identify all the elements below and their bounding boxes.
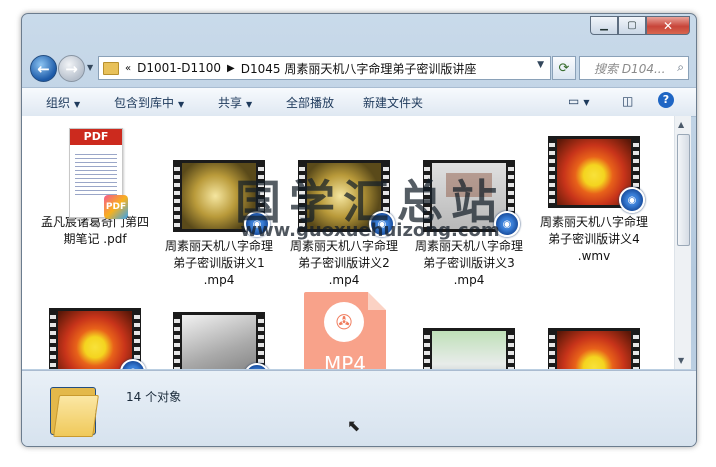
video-thumbnail: ◉ xyxy=(548,328,640,369)
caption-buttons: ▁ ▢ ✕ xyxy=(590,16,690,35)
details-pane: 14 个对象 xyxy=(22,370,696,446)
organize-label: 组织 xyxy=(46,96,71,110)
search-icon[interactable]: ⌕ xyxy=(677,60,684,75)
filmstrip-icon xyxy=(548,328,640,369)
video-thumbnail: ◉ xyxy=(423,328,515,369)
document-lines xyxy=(75,151,117,197)
page-fold xyxy=(368,292,386,310)
folder-front xyxy=(53,395,99,437)
file-thumbnail: PDF PDF xyxy=(49,128,141,219)
scroll-up-icon[interactable]: ▲ xyxy=(678,120,684,129)
file-item-video[interactable]: ◉ xyxy=(40,308,150,369)
mouse-cursor-icon: ⬉ xyxy=(347,416,361,435)
play-all-label: 全部播放 xyxy=(286,96,335,110)
pdf-header-label: PDF xyxy=(70,129,122,145)
play-all-button[interactable]: 全部播放 xyxy=(286,94,334,111)
media-player-badge-icon: ◉ xyxy=(619,187,645,213)
view-icon: ▭ xyxy=(568,94,580,108)
maximize-button[interactable]: ▢ xyxy=(618,16,646,35)
preview-pane-button[interactable]: ◫ xyxy=(622,94,633,108)
file-item-video[interactable]: ◉ 周素丽天机八字命理弟子密训版讲义3 .mp4 xyxy=(414,160,524,289)
vertical-scrollbar[interactable]: ▲ ▼ xyxy=(674,116,691,369)
breadcrumb-item-d1001-d1100[interactable]: D1001-D1100 xyxy=(137,61,221,75)
forward-arrow-icon[interactable]: → xyxy=(58,55,85,82)
pdf-app-badge: PDF xyxy=(104,195,128,219)
chevron-down-icon: ▼ xyxy=(178,100,185,109)
file-item-video[interactable]: ◉ xyxy=(539,328,649,369)
mp4-label: MP4 xyxy=(323,352,367,369)
file-name: 周素丽天机八字命理弟子密训版讲义1 .mp4 xyxy=(164,239,273,287)
media-player-badge-icon: ◉ xyxy=(244,211,270,237)
minimize-button[interactable]: ▁ xyxy=(590,16,618,35)
recent-pages-dropdown-icon[interactable]: ▼ xyxy=(87,63,93,72)
media-player-badge-icon: ◉ xyxy=(494,211,520,237)
search-input[interactable]: 搜索 D104... ⌕ xyxy=(579,56,689,80)
address-row: ← → ▼ « D1001-D1100 ▶ D1045 周素丽天机八字命理弟子密… xyxy=(22,52,696,82)
pdf-document-icon: PDF PDF xyxy=(69,128,128,219)
share-label: 共享 xyxy=(218,96,243,110)
chevron-down-icon: ▼ xyxy=(246,100,253,109)
file-item-video[interactable]: ◉ xyxy=(414,328,524,369)
filmstrip-icon xyxy=(173,312,265,369)
file-item-video[interactable]: ◉ 周素丽天机八字命理弟子密训版讲义4 .wmv xyxy=(539,136,649,265)
breadcrumb-item-current-folder[interactable]: D1045 周素丽天机八字命理弟子密训版讲座 xyxy=(241,60,477,77)
video-frame xyxy=(432,331,506,369)
filmstrip-icon xyxy=(423,328,515,369)
scrollbar-thumb[interactable] xyxy=(677,134,690,246)
file-name: 周素丽天机八字命理弟子密训版讲义4 .wmv xyxy=(539,215,648,263)
folder-icon xyxy=(103,61,119,75)
video-frame xyxy=(182,315,256,369)
address-dropdown-icon[interactable]: ▼ xyxy=(537,60,544,70)
back-arrow-icon[interactable]: ← xyxy=(30,55,57,82)
file-name: 孟凡宸诸葛奇门第四期笔记 .pdf xyxy=(40,215,149,246)
organize-button[interactable]: 组织 ▼ xyxy=(46,94,80,111)
file-item-video[interactable]: ◉ 周素丽天机八字命理弟子密训版讲义2 .mp4 xyxy=(289,160,399,289)
folder-icon xyxy=(50,381,99,437)
item-count: 14 个对象 xyxy=(126,390,182,404)
overflow-chevron-icon[interactable]: « xyxy=(125,63,131,74)
preview-pane-icon: ◫ xyxy=(622,94,634,108)
file-item-mp4[interactable]: ✇ MP4 xyxy=(289,292,399,369)
command-bar: 组织 ▼ 包含到库中 ▼ 共享 ▼ 全部播放 新建文件夹 ▭ ▼ ◫ ? xyxy=(22,87,696,117)
video-thumbnail: ◉ xyxy=(423,160,520,237)
file-item-pdf[interactable]: PDF PDF 孟凡宸诸葛奇门第四期笔记 .pdf xyxy=(40,128,150,248)
share-button[interactable]: 共享 ▼ xyxy=(218,94,252,111)
file-item-video[interactable]: ◉ 周素丽天机八字命理弟子密训版讲义1 .mp4 xyxy=(164,160,274,289)
breadcrumb-separator-icon[interactable]: ▶ xyxy=(227,63,235,74)
film-reel-icon: ✇ xyxy=(324,302,364,342)
video-frame xyxy=(58,311,132,369)
mp4-document: ✇ MP4 xyxy=(304,292,386,369)
chevron-down-icon: ▼ xyxy=(74,100,81,109)
help-button[interactable]: ? xyxy=(658,92,674,108)
address-bar[interactable]: « D1001-D1100 ▶ D1045 周素丽天机八字命理弟子密训版讲座 ▼ xyxy=(98,56,551,80)
mp4-file-icon: ✇ MP4 xyxy=(298,292,390,369)
scroll-down-icon[interactable]: ▼ xyxy=(678,356,684,365)
video-thumbnail: ◉ xyxy=(298,160,395,237)
video-thumbnail: ◉ xyxy=(173,312,270,369)
file-item-video[interactable]: ◉ xyxy=(164,312,274,369)
include-library-label: 包含到库中 xyxy=(114,96,175,110)
media-player-badge-icon: ◉ xyxy=(369,211,395,237)
video-thumbnail: ◉ xyxy=(49,308,146,369)
chevron-down-icon: ▼ xyxy=(583,98,590,107)
search-placeholder: 搜索 D104... xyxy=(594,61,666,76)
refresh-icon[interactable]: ⟳ xyxy=(552,56,576,80)
change-view-button[interactable]: ▭ ▼ xyxy=(568,94,590,108)
close-button[interactable]: ✕ xyxy=(646,16,690,35)
video-frame xyxy=(557,331,631,369)
file-list: PDF PDF 孟凡宸诸葛奇门第四期笔记 .pdf ◉ 周素丽天机八字命理弟子密… xyxy=(22,116,674,369)
file-name: 周素丽天机八字命理弟子密训版讲义3 .mp4 xyxy=(414,239,523,287)
video-thumbnail: ◉ xyxy=(173,160,270,237)
new-folder-label: 新建文件夹 xyxy=(363,96,424,110)
help-icon: ? xyxy=(658,92,674,108)
explorer-window: ▁ ▢ ✕ ← → ▼ « D1001-D1100 ▶ D1045 周素丽天机八… xyxy=(21,13,697,447)
include-in-library-button[interactable]: 包含到库中 ▼ xyxy=(114,94,184,111)
video-thumbnail: ◉ xyxy=(548,136,645,213)
new-folder-button[interactable]: 新建文件夹 xyxy=(363,94,423,111)
file-name: 周素丽天机八字命理弟子密训版讲义2 .mp4 xyxy=(289,239,398,287)
